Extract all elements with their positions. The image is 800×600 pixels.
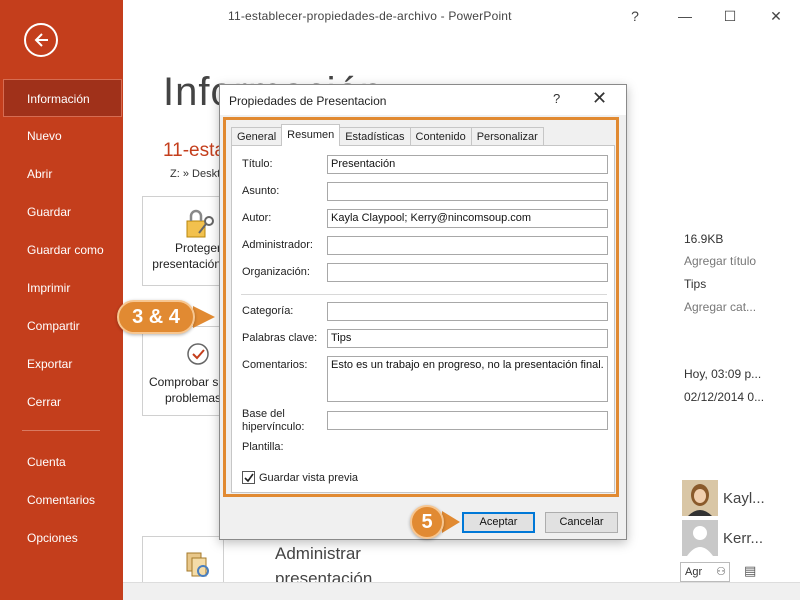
- dialog-help-button[interactable]: ?: [553, 91, 560, 106]
- lock-key-icon: [186, 209, 214, 238]
- callout-34-pointer: [193, 306, 215, 328]
- callout-5-pointer: [442, 511, 460, 533]
- checklist-icon: [187, 343, 209, 365]
- check-label-2: problemas: [164, 391, 221, 405]
- sidebar-item-comentarios[interactable]: Comentarios: [0, 481, 123, 519]
- person-photo-icon: [682, 480, 718, 516]
- dialog-close-button[interactable]: ✕: [592, 88, 607, 109]
- maximize-button[interactable]: ☐: [715, 4, 745, 28]
- sidebar-item-nuevo[interactable]: Nuevo: [0, 117, 123, 155]
- title-bar: 11-establecer-propiedades-de-archivo - P…: [123, 0, 800, 32]
- check-issues-card[interactable]: Comprobar si problemas: [142, 326, 224, 416]
- add-title-link[interactable]: Agregar título: [684, 254, 756, 268]
- modified-date: Hoy, 03:09 p...: [684, 367, 762, 381]
- protect-label-1: Proteger: [174, 241, 221, 255]
- avatar: [682, 480, 718, 516]
- manage-label-1: Administrar: [275, 544, 361, 563]
- author-name-1: Kayl...: [723, 490, 765, 507]
- minimize-button[interactable]: —: [670, 4, 700, 28]
- dialog-body: General Resumen Estadísticas Contenido P…: [220, 115, 626, 539]
- properties-dialog: Propiedades de Presentacion ? ✕ General …: [219, 84, 627, 540]
- sidebar-item-guardar-como[interactable]: Guardar como: [0, 231, 123, 269]
- tags-value: Tips: [684, 277, 707, 291]
- created-date: 02/12/2014 0...: [684, 390, 765, 404]
- protect-presentation-card[interactable]: Proteger presentación: [142, 196, 224, 286]
- close-window-button[interactable]: ✕: [761, 4, 791, 28]
- sidebar-divider: [22, 430, 100, 431]
- sidebar-item-cerrar[interactable]: Cerrar: [0, 383, 123, 421]
- address-book-icon[interactable]: ⚇: [716, 565, 726, 578]
- sidebar-item-exportar[interactable]: Exportar: [0, 345, 123, 383]
- step-callout-5: 5: [410, 505, 444, 539]
- manage-presentation-card[interactable]: [142, 536, 224, 582]
- sidebar-item-opciones[interactable]: Opciones: [0, 519, 123, 557]
- avatar: [682, 520, 718, 556]
- tab-resumen[interactable]: Resumen: [281, 124, 341, 146]
- person-placeholder-icon: [682, 520, 718, 556]
- highlight-frame: [223, 117, 619, 497]
- window-title: 11-establecer-propiedades-de-archivo - P…: [228, 9, 512, 23]
- ok-button[interactable]: Aceptar: [462, 512, 535, 533]
- dialog-title: Propiedades de Presentacion: [229, 94, 387, 108]
- check-label-1: Comprobar si: [148, 375, 221, 389]
- add-author-text: Agr: [685, 566, 703, 578]
- file-size: 16.9KB: [684, 232, 724, 246]
- sidebar-item-abrir[interactable]: Abrir: [0, 155, 123, 193]
- add-category-link[interactable]: Agregar cat...: [684, 300, 756, 314]
- sidebar-item-imprimir[interactable]: Imprimir: [0, 269, 123, 307]
- sidebar-item-guardar[interactable]: Guardar: [0, 193, 123, 231]
- sidebar-item-informacion[interactable]: Información: [3, 79, 122, 117]
- backstage-sidebar: Información Nuevo Abrir Guardar Guardar …: [0, 0, 123, 600]
- cancel-button[interactable]: Cancelar: [545, 512, 618, 533]
- protect-label-2: presentación: [152, 257, 221, 271]
- back-arrow-icon: [34, 33, 48, 47]
- author-name-2: Kerr...: [723, 530, 764, 547]
- back-button[interactable]: [24, 23, 58, 57]
- help-button[interactable]: ?: [620, 4, 650, 28]
- step-callout-3-4: 3 & 4: [117, 300, 195, 334]
- sidebar-item-compartir[interactable]: Compartir: [0, 307, 123, 345]
- browse-icon[interactable]: ▤: [744, 563, 756, 579]
- horizontal-scrollbar[interactable]: [123, 582, 800, 600]
- sidebar-item-cuenta[interactable]: Cuenta: [0, 443, 123, 481]
- manage-files-icon: [186, 552, 209, 577]
- add-author-input[interactable]: Agr ⚇: [680, 562, 730, 582]
